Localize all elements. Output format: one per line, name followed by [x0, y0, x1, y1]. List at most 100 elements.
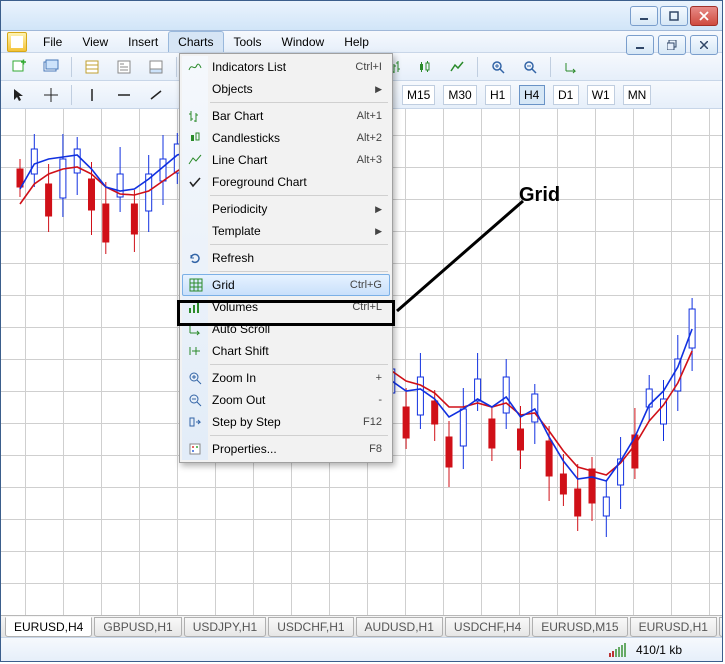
- menu-zoom-out[interactable]: Zoom Out-: [182, 389, 390, 411]
- menu-charts-label: Charts: [178, 35, 213, 49]
- separator: [176, 57, 177, 77]
- submenu-arrow-icon: ▶: [375, 84, 382, 95]
- menu-bar-chart[interactable]: Bar ChartAlt+1: [182, 105, 390, 127]
- candlestick-icon: [186, 129, 204, 147]
- app-window: File View Insert Charts Tools Window Hel…: [0, 0, 723, 662]
- menu-objects[interactable]: Objects▶: [182, 78, 390, 100]
- charts-dropdown: Indicators ListCtrl+I Objects▶ Bar Chart…: [179, 53, 393, 463]
- menu-file-label: File: [43, 35, 62, 49]
- horizontal-line-icon[interactable]: [112, 84, 136, 106]
- profiles-button[interactable]: [39, 56, 63, 78]
- menu-zoom-in[interactable]: Zoom In+: [182, 367, 390, 389]
- menu-line-chart[interactable]: Line ChartAlt+3: [182, 149, 390, 171]
- bar-chart-icon: [186, 107, 204, 125]
- navigator-button[interactable]: [112, 56, 136, 78]
- menu-tools[interactable]: Tools: [224, 31, 272, 52]
- separator: [477, 57, 478, 77]
- tab-gbpusd-h1[interactable]: GBPUSD,H1: [94, 617, 181, 637]
- zoom-out-icon: [186, 391, 204, 409]
- menu-auto-scroll[interactable]: Auto Scroll: [182, 318, 390, 340]
- zoom-in-icon[interactable]: [486, 56, 510, 78]
- tab-usdchf-h1[interactable]: USDCHF,H1: [268, 617, 353, 637]
- chartshift-icon: [186, 342, 204, 360]
- app-icon: [7, 32, 27, 52]
- tab-eurusd-h4[interactable]: EURUSD,H4: [5, 617, 92, 637]
- line-chart-icon: [186, 151, 204, 169]
- timeframe-w1[interactable]: W1: [587, 85, 615, 105]
- trendline-icon[interactable]: [144, 84, 168, 106]
- tab-eurusd-m15[interactable]: EURUSD,M15: [532, 617, 627, 637]
- menu-template[interactable]: Template▶: [182, 220, 390, 242]
- menu-tools-label: Tools: [234, 35, 262, 49]
- separator: [550, 57, 551, 77]
- menu-candlesticks[interactable]: CandlesticksAlt+2: [182, 127, 390, 149]
- menu-volumes[interactable]: VolumesCtrl+L: [182, 296, 390, 318]
- market-watch-button[interactable]: [80, 56, 104, 78]
- separator: [71, 85, 72, 105]
- chart-tabs: EURUSD,H4 GBPUSD,H1 USDJPY,H1 USDCHF,H1 …: [1, 615, 722, 637]
- connection-signal-icon: [609, 643, 626, 657]
- timeframe-m30[interactable]: M30: [443, 85, 476, 105]
- tab-audusd-h1[interactable]: AUDUSD,H1: [356, 617, 443, 637]
- zoom-out-icon[interactable]: [518, 56, 542, 78]
- grid-icon: [187, 276, 205, 294]
- volumes-icon: [186, 298, 204, 316]
- submenu-arrow-icon: ▶: [375, 204, 382, 215]
- menu-view-label: View: [82, 35, 108, 49]
- menu-refresh[interactable]: Refresh: [182, 247, 390, 269]
- menu-help-label: Help: [344, 35, 369, 49]
- child-minimize-button[interactable]: [626, 35, 654, 55]
- timeframe-d1[interactable]: D1: [553, 85, 579, 105]
- terminal-button[interactable]: [144, 56, 168, 78]
- menu-file[interactable]: File: [33, 31, 72, 52]
- tab-usdchf-h4[interactable]: USDCHF,H4: [445, 617, 530, 637]
- submenu-arrow-icon: ▶: [375, 226, 382, 237]
- new-chart-button[interactable]: [7, 56, 31, 78]
- menu-help[interactable]: Help: [334, 31, 379, 52]
- properties-icon: [186, 440, 204, 458]
- titlebar: [1, 1, 722, 31]
- tab-eurusd-h1[interactable]: EURUSD,H1: [630, 617, 717, 637]
- menu-indicators-list[interactable]: Indicators ListCtrl+I: [182, 56, 390, 78]
- autoscroll-icon: [186, 320, 204, 338]
- menu-step-by-step[interactable]: Step by StepF12: [182, 411, 390, 433]
- zoom-in-icon: [186, 369, 204, 387]
- child-close-button[interactable]: [690, 35, 718, 55]
- menu-window-label: Window: [282, 35, 325, 49]
- statusbar: 410/1 kb: [1, 637, 722, 661]
- annotation-grid-label: Grid: [519, 184, 560, 207]
- menu-insert[interactable]: Insert: [118, 31, 168, 52]
- timeframe-h4[interactable]: H4: [519, 85, 545, 105]
- menu-grid[interactable]: GridCtrl+G: [182, 274, 390, 296]
- maximize-button[interactable]: [660, 6, 688, 26]
- timeframe-mn[interactable]: MN: [623, 85, 652, 105]
- step-icon: [186, 413, 204, 431]
- refresh-icon: [186, 249, 204, 267]
- timeframe-h1[interactable]: H1: [485, 85, 511, 105]
- indicators-icon: [186, 58, 204, 76]
- menu-window[interactable]: Window: [272, 31, 335, 52]
- annotation-arrow: [393, 196, 533, 316]
- menu-view[interactable]: View: [72, 31, 118, 52]
- menu-periodicity[interactable]: Periodicity▶: [182, 198, 390, 220]
- timeframe-m15[interactable]: M15: [402, 85, 435, 105]
- minimize-button[interactable]: [630, 6, 658, 26]
- autoscroll-icon[interactable]: [559, 56, 583, 78]
- vertical-line-icon[interactable]: [80, 84, 104, 106]
- candlestick-icon[interactable]: [413, 56, 437, 78]
- status-kb: 410/1 kb: [636, 643, 682, 657]
- menu-properties[interactable]: Properties...F8: [182, 438, 390, 460]
- checkmark-icon: [186, 173, 204, 191]
- menu-insert-label: Insert: [128, 35, 158, 49]
- child-restore-button[interactable]: [658, 35, 686, 55]
- menu-chart-shift[interactable]: Chart Shift: [182, 340, 390, 362]
- menu-foreground-chart[interactable]: Foreground Chart: [182, 171, 390, 193]
- menu-charts[interactable]: Charts: [168, 31, 223, 52]
- crosshair-icon[interactable]: [39, 84, 63, 106]
- line-chart-icon[interactable]: [445, 56, 469, 78]
- separator: [71, 57, 72, 77]
- close-button[interactable]: [690, 6, 718, 26]
- tab-usdjpy-h1[interactable]: USDJPY,H1: [184, 617, 266, 637]
- tab-overflow[interactable]: GE: [719, 617, 722, 637]
- cursor-icon[interactable]: [7, 84, 31, 106]
